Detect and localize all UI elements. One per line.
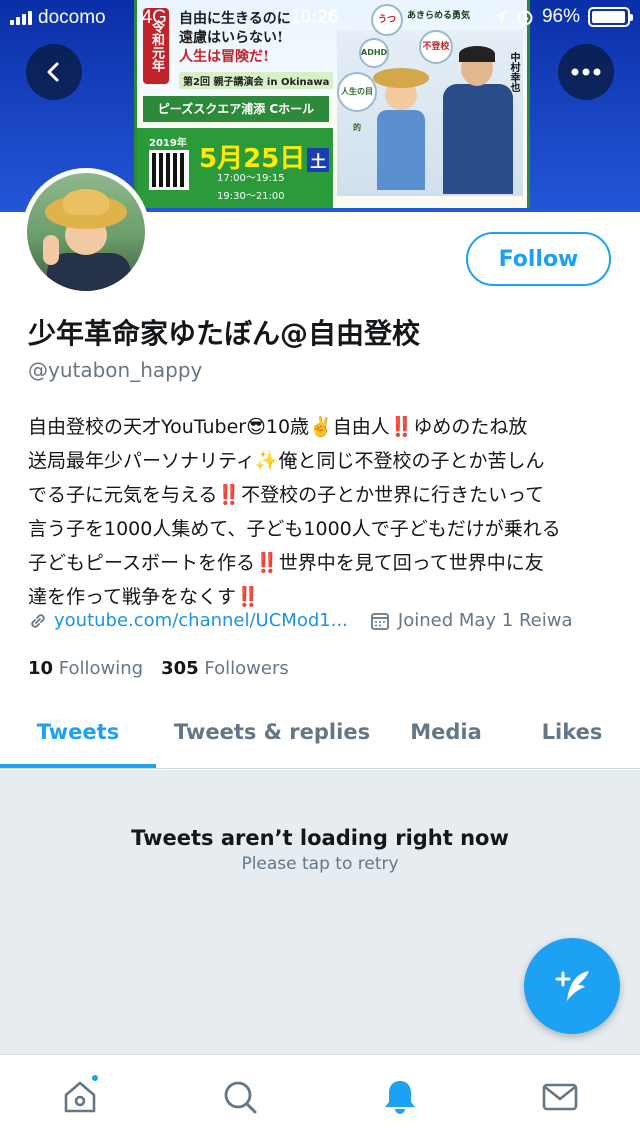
following-number: 10 — [28, 658, 54, 679]
battery-percent: 96% — [541, 6, 580, 27]
feed-error-title: Tweets aren’t loading right now — [131, 826, 509, 850]
notifications-icon — [385, 1081, 415, 1114]
network-type: 4G — [141, 7, 167, 28]
poster-time-social: 19:30〜21:00 — [217, 191, 285, 202]
status-bar: docomo 4G 10:26 96% — [0, 0, 640, 36]
status-time: 10:26 — [290, 7, 339, 28]
boy-illustration — [373, 60, 429, 190]
tab-likes[interactable]: Likes — [516, 705, 628, 769]
carrier-info: docomo 4G — [10, 7, 167, 29]
joined-info: Joined May 1 Reiwa — [370, 610, 573, 631]
compose-feather-icon — [555, 971, 589, 1001]
profile-tabs: Tweets Tweets & replies Media Likes — [0, 705, 640, 769]
more-options-button[interactable] — [558, 44, 614, 100]
poster-bubble: ADHD — [359, 38, 389, 68]
poster-date-year: 2019年 — [149, 138, 187, 149]
location-arrow-icon — [492, 10, 507, 24]
signal-bars-icon — [10, 11, 32, 25]
alarm-icon — [517, 10, 533, 26]
nav-notifications[interactable] — [378, 1075, 422, 1119]
profile-bio: 自由登校の天才YouTuber😎10歳✌️自由人‼️ゆめのたね放 送局最年少パー… — [28, 416, 561, 608]
poster-name-right: 中村幸也 — [508, 52, 519, 92]
poster-venue: ピーズスクエア浦添 Cホール — [143, 96, 329, 122]
tab-media[interactable]: Media — [390, 705, 502, 769]
back-button[interactable] — [26, 44, 82, 100]
avatar[interactable] — [22, 168, 150, 296]
profile-meta: youtube.com/channel/UCMod1... Joined May… — [28, 610, 572, 631]
nav-home[interactable] — [58, 1073, 102, 1119]
status-right: 96% — [492, 6, 633, 28]
feed-retry-text[interactable]: Please tap to retry — [0, 854, 640, 874]
profile-name: 少年革命家ゆたぼん@自由登校 — [28, 317, 421, 350]
calendar-icon — [370, 612, 389, 630]
follow-counts: 10 Following 305 Followers — [28, 658, 289, 679]
poster-day-of-week: 土 — [307, 147, 330, 172]
follow-button[interactable]: Follow — [466, 232, 611, 286]
nav-search[interactable] — [218, 1075, 262, 1119]
carrier-name: docomo — [38, 7, 106, 28]
new-content-dot — [90, 1073, 100, 1083]
followers-number: 305 — [161, 658, 199, 679]
joined-date: Joined May 1 Reiwa — [397, 610, 573, 631]
profile-link[interactable]: youtube.com/channel/UCMod1... — [54, 610, 348, 631]
battery-icon — [588, 7, 633, 27]
chevron-left-icon — [47, 62, 59, 82]
compose-tweet-button[interactable] — [524, 938, 620, 1034]
link-icon — [31, 613, 45, 628]
poster-date-box: 2019年 5月25日土 17:00〜19:15 19:30〜21:00 — [137, 128, 333, 208]
following-label: Following — [58, 658, 144, 679]
qr-code-icon — [149, 150, 189, 190]
poster-time-lecture: 17:00〜19:15 — [217, 173, 285, 184]
messages-icon — [542, 1083, 578, 1111]
more-dots-icon — [571, 68, 601, 76]
poster-title-line: 人生は冒険だ! — [179, 49, 270, 65]
nav-messages[interactable] — [538, 1075, 582, 1119]
profile-handle: @yutabon_happy — [28, 358, 203, 382]
tab-tweets-replies[interactable]: Tweets & replies — [160, 705, 384, 769]
followers-count[interactable]: 305 Followers — [161, 658, 289, 679]
followers-label: Followers — [204, 658, 289, 679]
man-illustration — [443, 44, 513, 194]
tab-tweets[interactable]: Tweets — [0, 705, 156, 769]
bottom-navigation — [0, 1054, 640, 1137]
poster-date-text: 5月25日 — [199, 144, 306, 174]
poster-times: 17:00〜19:15 19:30〜21:00 — [217, 172, 285, 204]
active-tab-indicator — [0, 764, 156, 768]
home-icon — [64, 1081, 96, 1113]
avatar-image — [27, 173, 145, 291]
following-count[interactable]: 10 Following — [28, 658, 143, 679]
poster-bubble: 人生の目的 — [337, 72, 377, 132]
poster-date: 5月25日土 — [199, 138, 330, 175]
poster-subtitle: 第2回 親子講演会 in Okinawa — [179, 72, 334, 89]
search-icon — [224, 1081, 257, 1114]
